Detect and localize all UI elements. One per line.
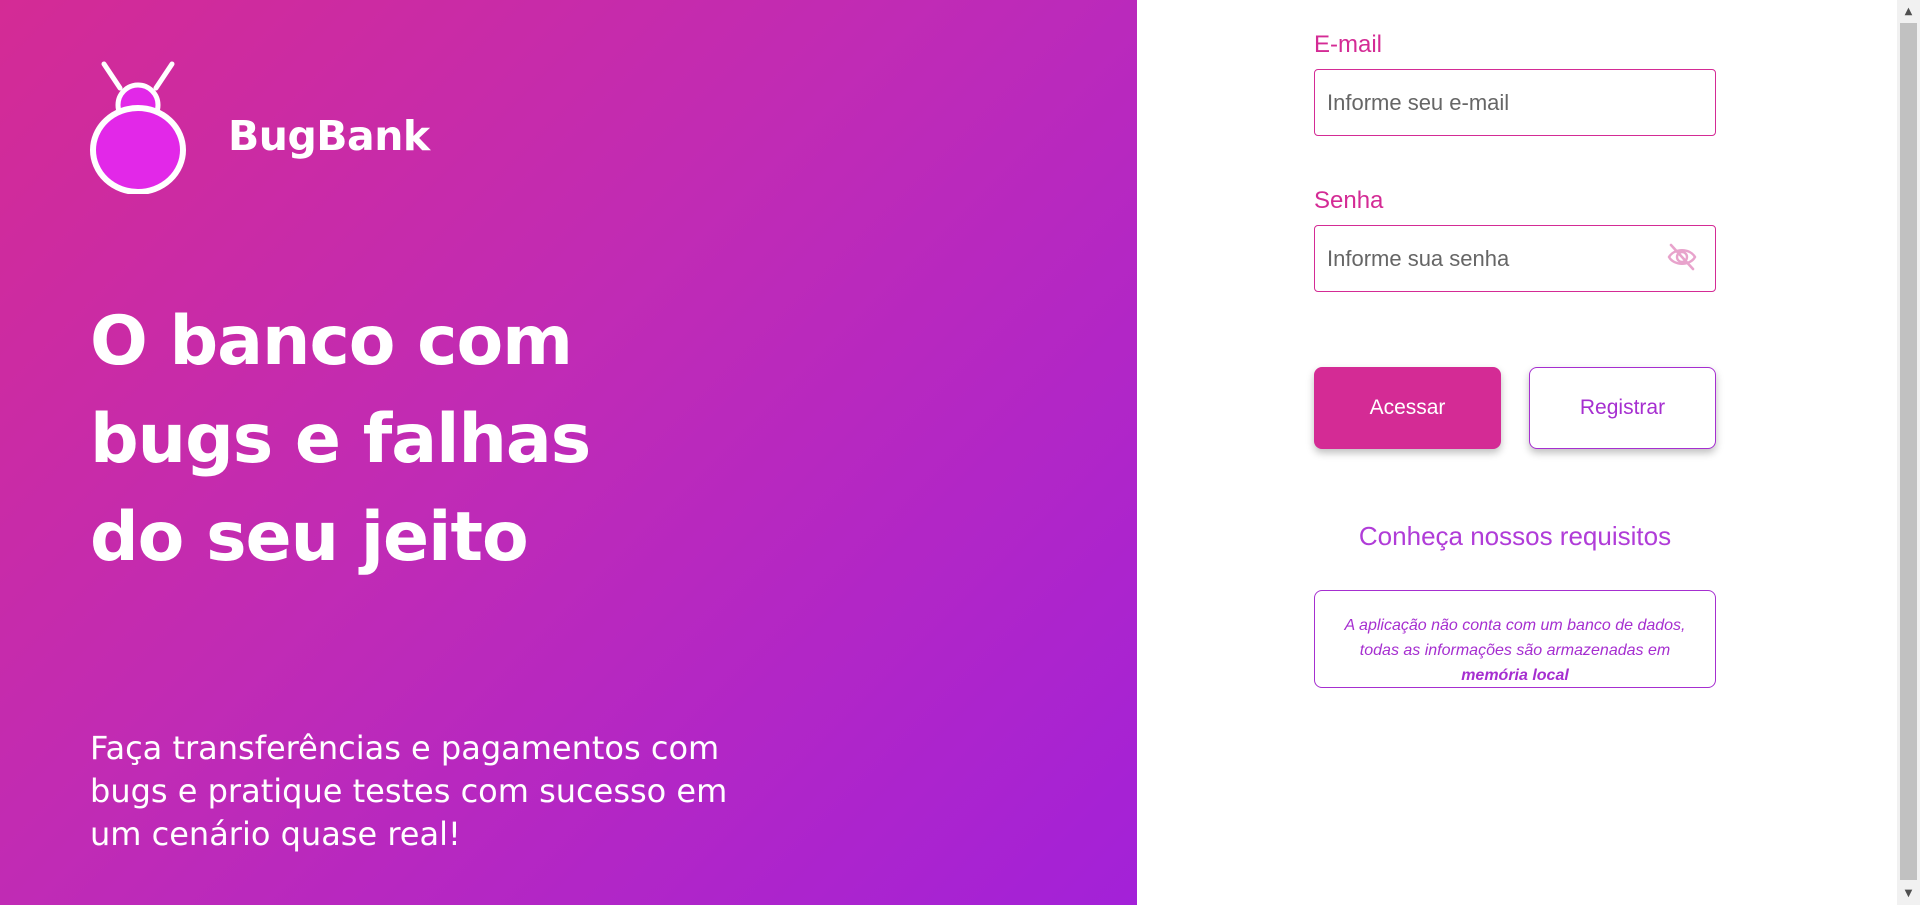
- password-label: Senha: [1314, 187, 1384, 214]
- brand-name: BugBank: [228, 112, 430, 160]
- arrow-down-icon[interactable]: ▼: [1897, 882, 1920, 905]
- arrow-up-icon[interactable]: ▲: [1897, 0, 1920, 23]
- subtext-line: bugs e pratique testes com sucesso em: [90, 772, 728, 810]
- email-label: E-mail: [1314, 31, 1383, 58]
- bug-logo-icon: [88, 58, 188, 194]
- password-field[interactable]: [1325, 226, 1649, 292]
- brand-logo: BugBank: [88, 58, 430, 194]
- hero-headline: O banco com bugs e falhas do seu jeito: [90, 293, 790, 587]
- password-field-box: [1314, 225, 1716, 292]
- notice-emphasis: memória local: [1461, 667, 1569, 684]
- headline-line: do seu jeito: [90, 498, 529, 577]
- subtext-line: Faça transferências e pagamentos com: [90, 729, 720, 767]
- register-button[interactable]: Registrar: [1529, 367, 1716, 449]
- storage-notice: A aplicação não conta com um banco de da…: [1314, 590, 1716, 688]
- hero-subtext: Faça transferências e pagamentos com bug…: [90, 727, 790, 856]
- email-field-box: [1314, 69, 1716, 136]
- scrollbar-thumb[interactable]: [1900, 23, 1917, 880]
- notice-text: A aplicação não conta com um banco de da…: [1344, 617, 1686, 659]
- headline-line: O banco com: [90, 302, 573, 381]
- email-field[interactable]: [1325, 70, 1649, 136]
- page: BugBank O banco com bugs e falhas do seu…: [0, 0, 1920, 905]
- login-panel: E-mail Senha Acessar Registrar Conheça n…: [1137, 0, 1897, 905]
- access-button[interactable]: Acessar: [1314, 367, 1501, 449]
- hero-panel: BugBank O banco com bugs e falhas do seu…: [0, 0, 1137, 905]
- vertical-scrollbar[interactable]: ▲ ▼: [1897, 0, 1920, 905]
- eye-slash-icon[interactable]: [1665, 240, 1699, 274]
- headline-line: bugs e falhas: [90, 400, 591, 479]
- subtext-line: um cenário quase real!: [90, 815, 461, 853]
- requirements-link[interactable]: Conheça nossos requisitos: [1314, 521, 1716, 552]
